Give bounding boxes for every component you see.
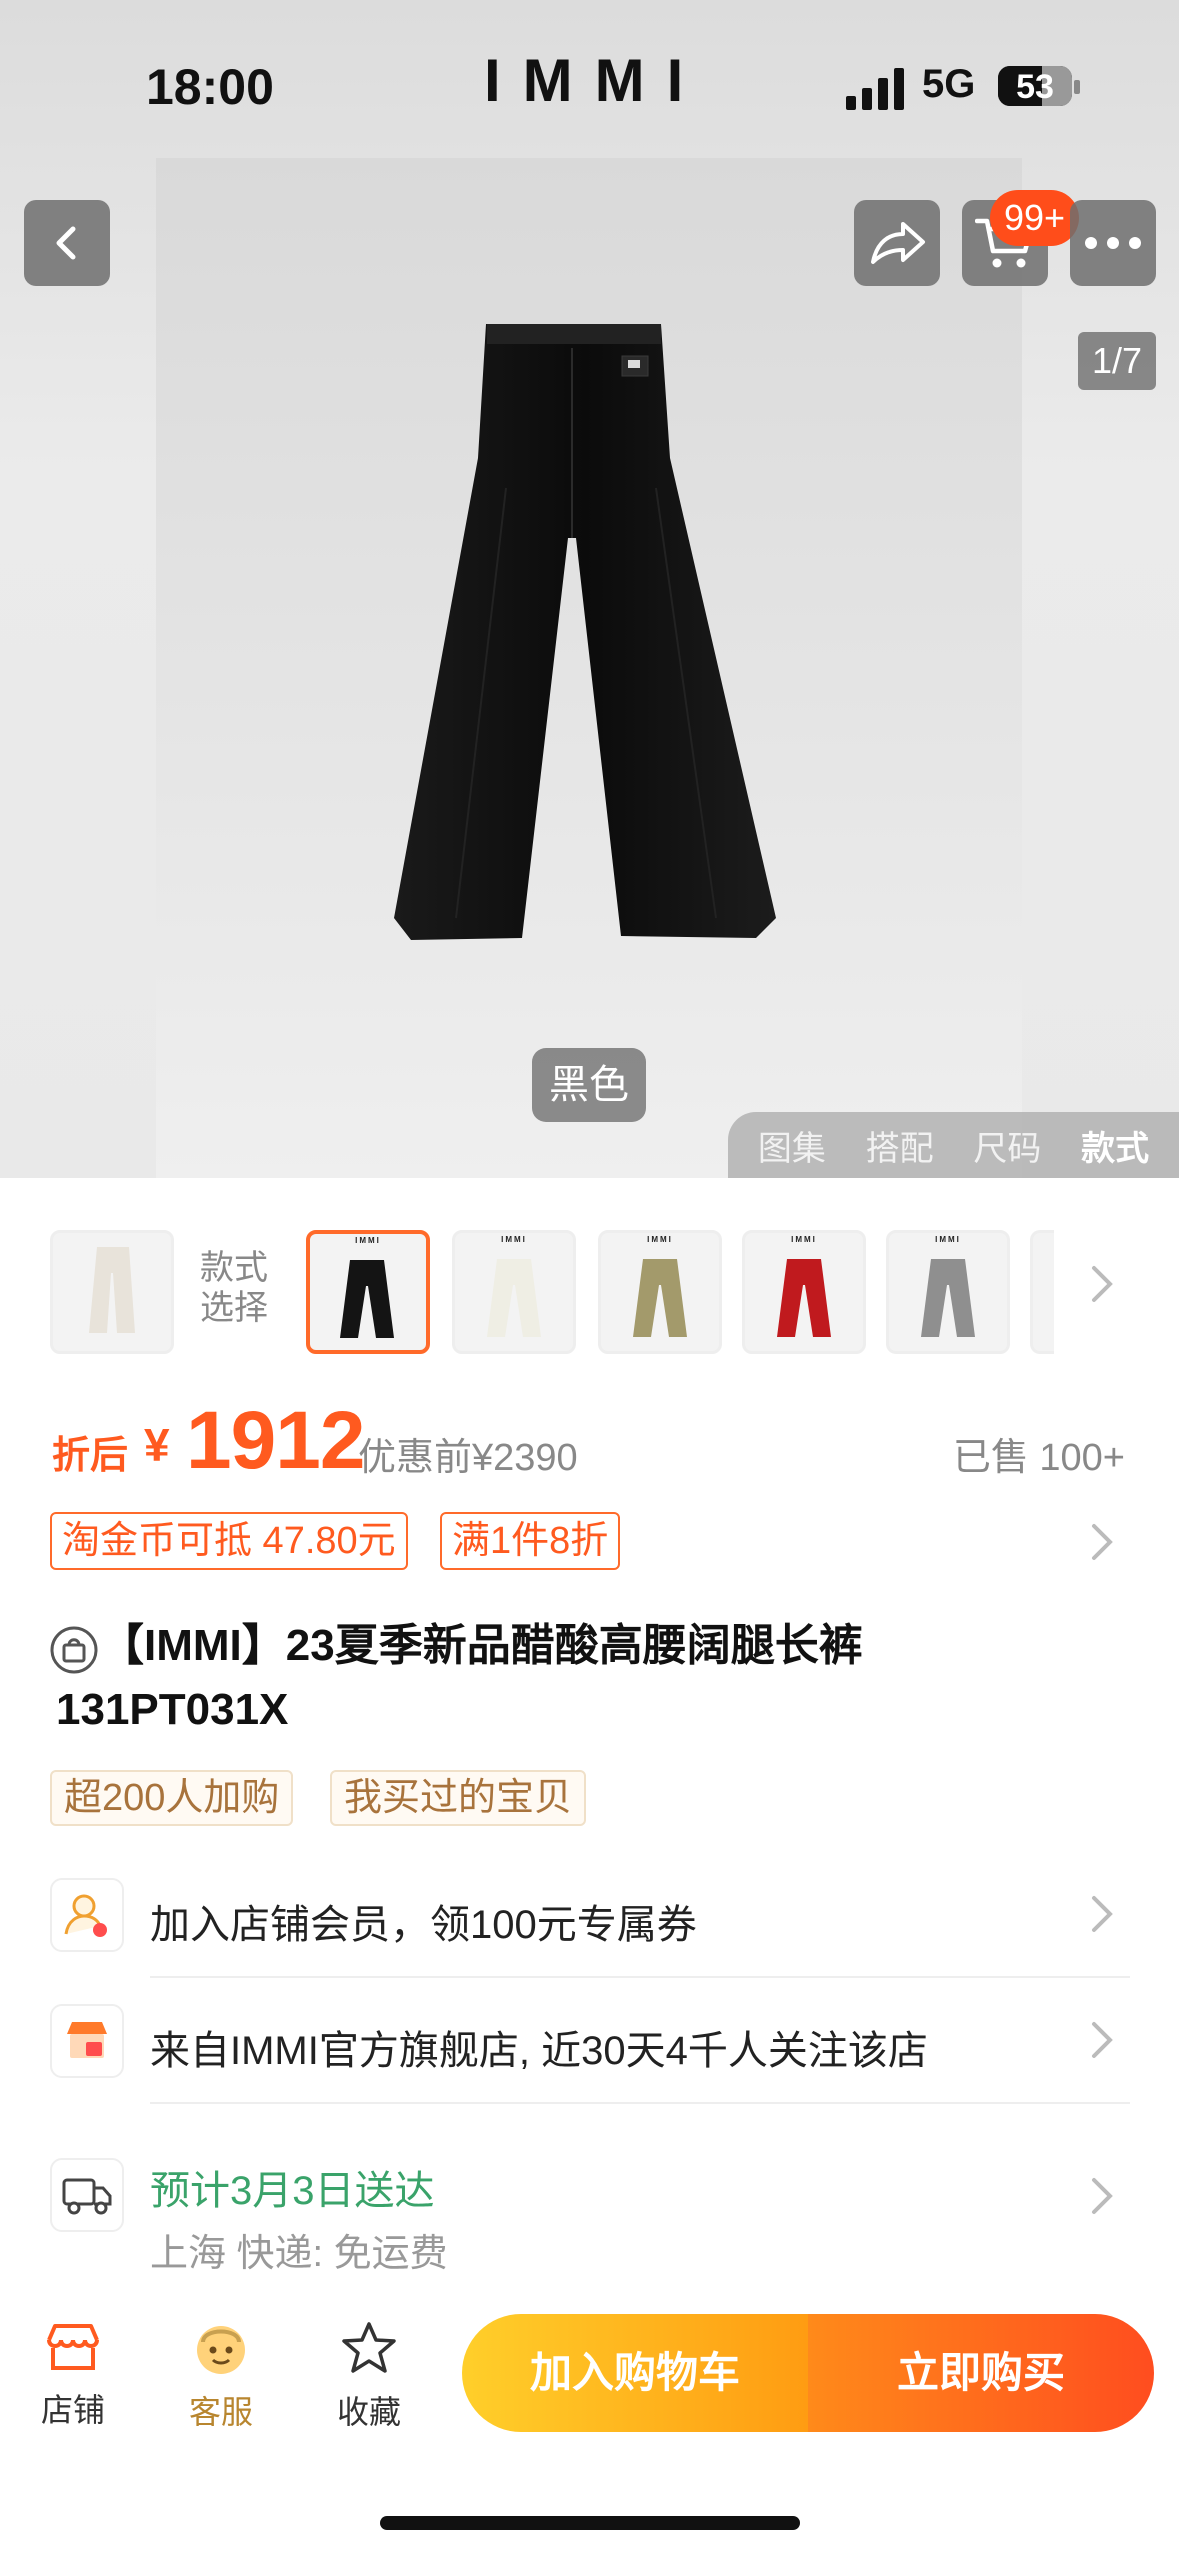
back-button[interactable] bbox=[24, 200, 110, 286]
thumb-brand-mark: IMMI bbox=[935, 1235, 961, 1244]
cart-count-tag[interactable]: 超200人加购 bbox=[50, 1770, 294, 1826]
price-prefix: 折后 bbox=[52, 1435, 129, 1477]
shop-label: 店铺 bbox=[40, 2392, 105, 2428]
product-title-line1: 【IMMI】23夏季新品醋酸高腰阔腿长裤 bbox=[100, 1621, 863, 1670]
image-counter: 1/7 bbox=[1078, 332, 1156, 390]
style-thumb-khaki[interactable]: IMMI bbox=[598, 1230, 722, 1354]
thumb-brand-mark: IMMI bbox=[791, 1235, 817, 1244]
more-button[interactable] bbox=[1070, 200, 1156, 286]
black-trousers-thumb bbox=[340, 1260, 394, 1338]
promo-chevron-icon[interactable] bbox=[1090, 1522, 1114, 1573]
price-amount: 1912 bbox=[186, 1395, 365, 1486]
store-chevron-icon[interactable] bbox=[1090, 2020, 1114, 2071]
style-thumb-ivory[interactable]: IMMI bbox=[452, 1230, 576, 1354]
tab-outfit[interactable]: 搭配 bbox=[866, 1121, 934, 1170]
home-indicator bbox=[380, 2516, 800, 2530]
favorite-label: 收藏 bbox=[336, 2394, 401, 2430]
style-label-line2: 选择 bbox=[200, 1289, 268, 1327]
shipping-info: 上海 快递: 免运费 bbox=[150, 2233, 448, 2275]
khaki-trousers-thumb bbox=[633, 1259, 687, 1337]
tab-size[interactable]: 尺码 bbox=[973, 1121, 1041, 1170]
member-chevron-icon[interactable] bbox=[1090, 1894, 1114, 1945]
sold-count: 已售 100+ bbox=[952, 1437, 1125, 1479]
service-label: 客服 bbox=[188, 2394, 253, 2430]
truck-icon bbox=[50, 2158, 124, 2232]
divider bbox=[150, 1976, 1130, 1978]
thumb-brand-mark: IMMI bbox=[501, 1235, 527, 1244]
cream-trousers-thumb bbox=[89, 1247, 135, 1333]
tab-style[interactable]: 款式 bbox=[1081, 1121, 1149, 1170]
thumb-brand-mark: IMMI bbox=[355, 1236, 381, 1245]
battery-level: 53 bbox=[1016, 68, 1054, 106]
chevron-left-icon bbox=[56, 226, 76, 260]
signal-icon bbox=[846, 68, 904, 110]
network-label: 5G bbox=[922, 62, 976, 106]
style-thumb-grey[interactable]: IMMI bbox=[886, 1230, 1010, 1354]
coin-discount-tag[interactable]: 淘金币可抵 47.80元 bbox=[50, 1512, 408, 1570]
battery-icon: 53 bbox=[998, 66, 1072, 106]
purchased-before-tag[interactable]: 我买过的宝贝 bbox=[330, 1770, 587, 1826]
promo-discount-tag[interactable]: 满1件8折 bbox=[440, 1512, 621, 1570]
grey-trousers-thumb bbox=[921, 1259, 975, 1337]
product-gallery[interactable]: 18:00 IMMI 5G 53 99+ 1/7 黑色 图集 搭配 尺码 款式 bbox=[0, 0, 1179, 1178]
thumb-brand-mark: IMMI bbox=[647, 1235, 673, 1244]
share-button[interactable] bbox=[854, 200, 940, 286]
status-time: 18:00 bbox=[146, 59, 274, 115]
thumbs-more-chevron-icon[interactable] bbox=[1090, 1264, 1114, 1315]
style-label-line1: 款式 bbox=[200, 1249, 268, 1287]
product-photo[interactable] bbox=[156, 158, 1022, 1178]
member-icon bbox=[50, 1878, 124, 1952]
more-dots-icon bbox=[1085, 237, 1141, 249]
star-icon bbox=[342, 2322, 396, 2373]
original-price: 优惠前¥2390 bbox=[358, 1437, 578, 1479]
style-select-label: 款式 选择 bbox=[200, 1248, 268, 1328]
style-thumb-black[interactable]: IMMI bbox=[306, 1230, 430, 1354]
delivery-chevron-icon[interactable] bbox=[1090, 2176, 1114, 2227]
red-trousers-thumb bbox=[777, 1259, 831, 1337]
store-icon bbox=[50, 2004, 124, 2078]
store-row-text[interactable]: 来自IMMI官方旗舰店, 近30天4千人关注该店 bbox=[150, 2018, 928, 2076]
black-trousers-image bbox=[394, 324, 776, 940]
cart-count-badge: 99+ bbox=[990, 190, 1080, 246]
battery-tip bbox=[1074, 80, 1080, 94]
status-bar: 18:00 IMMI 5G 53 bbox=[0, 0, 1179, 160]
share-icon bbox=[871, 222, 925, 264]
gallery-tabs: 图集 搭配 尺码 款式 bbox=[728, 1112, 1179, 1178]
service-tab[interactable]: 客服 bbox=[166, 2320, 276, 2433]
tab-gallery[interactable]: 图集 bbox=[758, 1121, 826, 1170]
delivery-estimate[interactable]: 预计3月3日送达 bbox=[150, 2158, 435, 2216]
style-thumb-partial[interactable] bbox=[1030, 1230, 1054, 1354]
brand-logo: IMMI bbox=[484, 47, 706, 114]
add-to-cart-button[interactable]: 加入购物车 bbox=[462, 2314, 808, 2432]
buy-now-button[interactable]: 立即购买 bbox=[808, 2314, 1154, 2432]
member-row-text[interactable]: 加入店铺会员，领100元专属券 bbox=[150, 1892, 697, 1950]
customer-service-icon bbox=[197, 2326, 245, 2374]
price-currency: ¥ bbox=[144, 1419, 170, 1471]
favorite-tab[interactable]: 收藏 bbox=[314, 2320, 424, 2433]
thumbnail-main[interactable] bbox=[50, 1230, 174, 1354]
style-thumb-red[interactable]: IMMI bbox=[742, 1230, 866, 1354]
shop-icon bbox=[47, 2324, 99, 2370]
product-title-line2: 131PT031X bbox=[56, 1685, 289, 1734]
ivory-trousers-thumb bbox=[487, 1259, 541, 1337]
shop-tab[interactable]: 店铺 bbox=[18, 2320, 128, 2431]
color-label-chip: 黑色 bbox=[532, 1048, 646, 1122]
divider bbox=[150, 2102, 1130, 2104]
product-title: 【IMMI】23夏季新品醋酸高腰阔腿长裤 131PT031X bbox=[56, 1614, 1136, 1742]
